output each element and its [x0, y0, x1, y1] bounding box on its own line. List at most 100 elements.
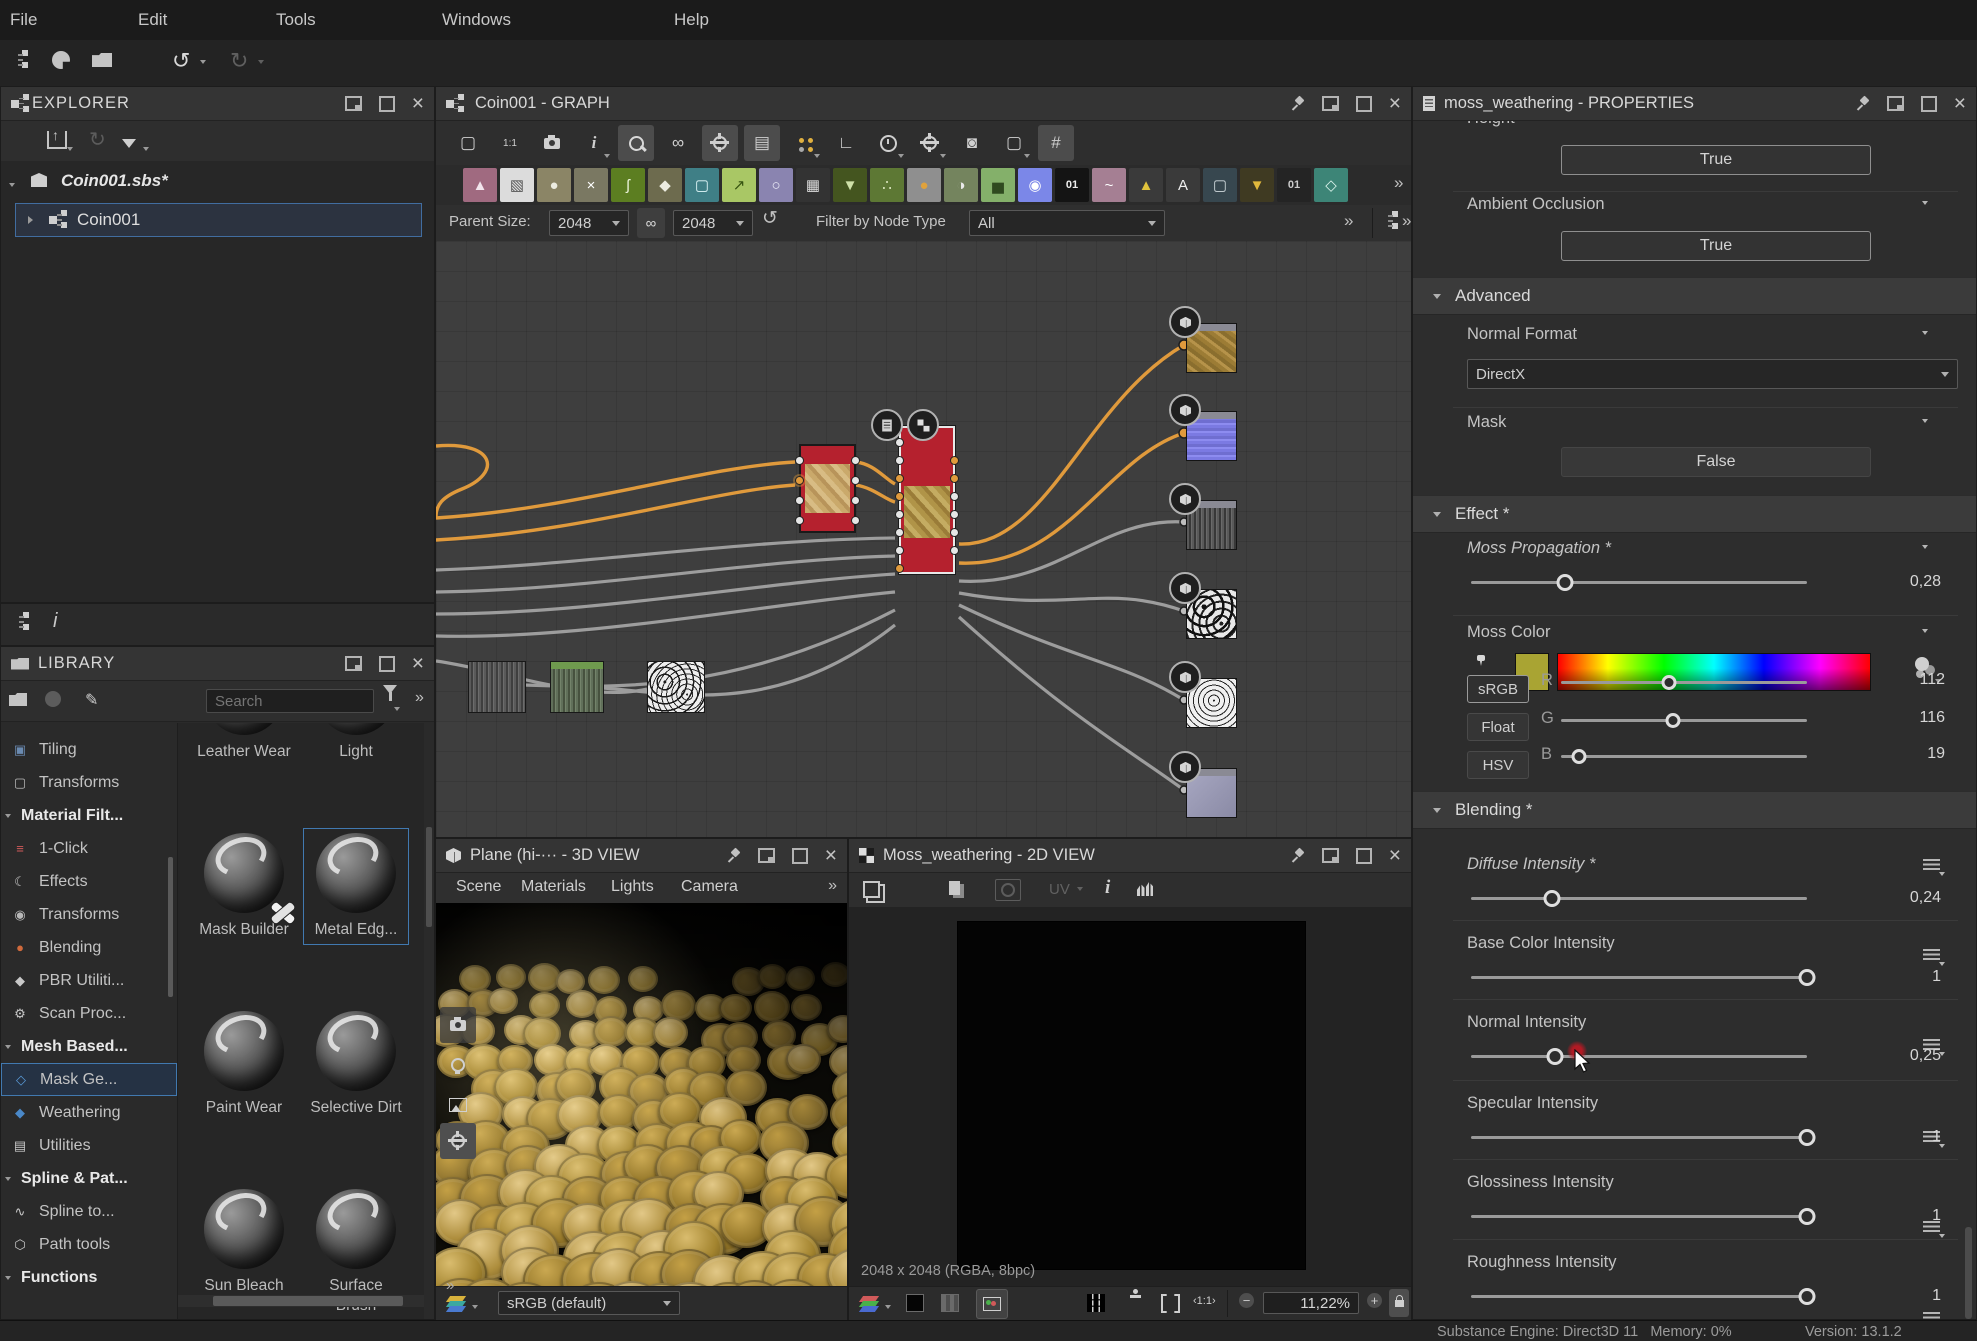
- copy-image-icon[interactable]: [949, 881, 960, 895]
- clean-options-icon[interactable]: [143, 147, 149, 151]
- menu-item-tools[interactable]: Tools: [276, 10, 316, 30]
- library-category-transforms-2[interactable]: ◉Transforms: [1, 898, 177, 931]
- camera-view-button[interactable]: [440, 1007, 476, 1043]
- library-category-material-filt-[interactable]: Material Filt...: [1, 799, 177, 832]
- search-button[interactable]: [618, 125, 654, 161]
- lock-button[interactable]: [1389, 1289, 1409, 1317]
- colorspace-dropdown[interactable]: sRGB (default): [498, 1291, 680, 1315]
- float-window-icon[interactable]: [345, 656, 362, 671]
- background-black-swatch[interactable]: [906, 1294, 924, 1312]
- base-color-intensity-options-icon[interactable]: [1923, 949, 1940, 960]
- roughness-intensity-options-icon[interactable]: [1923, 1312, 1940, 1320]
- redo-options-icon[interactable]: [258, 60, 264, 64]
- maximize-icon[interactable]: [1921, 96, 1937, 112]
- graph-node-thumb[interactable]: [468, 661, 526, 713]
- menu-item-windows[interactable]: Windows: [442, 10, 511, 30]
- blending-section-header[interactable]: Blending *: [1413, 791, 1976, 829]
- library-item-metal-edg-[interactable]: Metal Edg...: [308, 833, 404, 940]
- moss-propagation-value[interactable]: 0,28: [1861, 573, 1941, 591]
- zoom-out-icon[interactable]: −: [1239, 1293, 1254, 1308]
- ambient-occlusion-value-button[interactable]: True: [1561, 231, 1871, 261]
- histogram-icon[interactable]: [1137, 882, 1153, 896]
- palette-shape-icon[interactable]: ○: [759, 168, 793, 202]
- snapshot-button[interactable]: [534, 125, 570, 161]
- glossiness-intensity-slider[interactable]: [1471, 1215, 1807, 1218]
- bar-more-button[interactable]: »: [1402, 211, 1411, 231]
- menu-item-file[interactable]: File: [10, 10, 37, 30]
- menu-item-help[interactable]: Help: [674, 10, 709, 30]
- library-category-mesh-based-[interactable]: Mesh Based...: [1, 1030, 177, 1063]
- normal-intensity-slider[interactable]: [1471, 1055, 1807, 1058]
- 2d-canvas-area[interactable]: 2048 x 2048 (RGBA, 8bpc): [849, 907, 1411, 1286]
- properties-scrollbar[interactable]: [1965, 1227, 1972, 1319]
- moss-propagation-slider[interactable]: [1471, 581, 1807, 584]
- normal-intensity-value[interactable]: 0,25: [1861, 1047, 1941, 1065]
- palette-text-icon[interactable]: A: [1166, 168, 1200, 202]
- 3d-viewport[interactable]: [436, 903, 847, 1286]
- palette-value-01-icon[interactable]: 01: [1277, 168, 1311, 202]
- channel-r-value[interactable]: 112: [1865, 671, 1945, 689]
- close-icon[interactable]: ×: [825, 849, 837, 863]
- open-folder-icon[interactable]: [92, 53, 112, 67]
- mode-srgb-button[interactable]: sRGB: [1467, 675, 1529, 703]
- library-more-button[interactable]: »: [415, 689, 424, 707]
- diffuse-intensity-options-icon[interactable]: [1923, 859, 1940, 870]
- diffuse-intensity-slider[interactable]: [1471, 897, 1807, 900]
- close-icon[interactable]: ×: [412, 97, 424, 111]
- float-window-icon[interactable]: [1322, 848, 1339, 863]
- graph-expand-icon[interactable]: [28, 216, 33, 224]
- library-items-scrollbar[interactable]: [426, 827, 432, 927]
- slider-knob[interactable]: [1543, 890, 1560, 907]
- zoom-value-field[interactable]: 11,22%: [1263, 1292, 1359, 1314]
- link-creation-button[interactable]: ∞: [660, 125, 696, 161]
- slider-knob[interactable]: [1799, 1208, 1816, 1225]
- slider-knob[interactable]: [1799, 969, 1816, 986]
- link-database-icon[interactable]: [52, 51, 70, 69]
- library-item-leather-wear[interactable]: Leather Wear: [196, 723, 292, 762]
- float-window-icon[interactable]: [1887, 96, 1904, 111]
- pin-icon[interactable]: [1291, 97, 1305, 111]
- library-category-tiling[interactable]: ▣Tiling: [1, 733, 177, 766]
- information-icon[interactable]: i: [1105, 877, 1110, 899]
- pin-icon[interactable]: [727, 849, 741, 863]
- graph-tree-item[interactable]: Coin001: [15, 203, 422, 237]
- library-category-pbr-utilities[interactable]: ◆PBR Utiliti...: [1, 964, 177, 997]
- base-color-intensity-slider[interactable]: [1471, 976, 1807, 979]
- package-expand-icon[interactable]: [9, 183, 15, 187]
- filter-node-type-dropdown[interactable]: All: [969, 210, 1165, 236]
- maximize-icon[interactable]: [379, 656, 395, 672]
- glossiness-intensity-value[interactable]: 1: [1861, 1207, 1941, 1225]
- palette-more-button[interactable]: »: [1394, 173, 1403, 193]
- library-item-mask-builder[interactable]: Mask Builder: [196, 833, 292, 940]
- actual-size-button[interactable]: 1:1: [492, 125, 528, 161]
- channel-b-slider[interactable]: [1561, 755, 1807, 758]
- library-category-utilities[interactable]: ▤Utilities: [1, 1129, 177, 1162]
- 3d-menu-camera[interactable]: Camera: [681, 878, 738, 896]
- background-striped-swatch[interactable]: [941, 1294, 959, 1312]
- specular-intensity-slider[interactable]: [1471, 1136, 1807, 1139]
- graph-canvas[interactable]: [436, 241, 1411, 837]
- tools-wrench-button[interactable]: [912, 125, 948, 161]
- maximize-icon[interactable]: [1356, 848, 1372, 864]
- instance-parameters-button[interactable]: [786, 125, 822, 161]
- link-size-button[interactable]: ∞: [637, 208, 665, 238]
- palette-flood-fill-icon[interactable]: ▼: [833, 168, 867, 202]
- library-category-blending[interactable]: ●Blending: [1, 931, 177, 964]
- channel-b-value[interactable]: 19: [1865, 745, 1945, 763]
- fit-frame-icon[interactable]: [1161, 1294, 1180, 1313]
- 3d-menu-more[interactable]: »: [828, 877, 837, 895]
- duplicate-view-icon[interactable]: [863, 881, 880, 898]
- library-category-spline-pat-[interactable]: Spline & Pat...: [1, 1162, 177, 1195]
- palette-scatter-icon[interactable]: ∴: [870, 168, 904, 202]
- library-category-scan-processing[interactable]: ⚙Scan Proc...: [1, 997, 177, 1030]
- edit-pencil-icon[interactable]: ✎: [85, 690, 98, 710]
- 3d-menu-lights[interactable]: Lights: [611, 878, 654, 896]
- maximize-icon[interactable]: [1356, 96, 1372, 112]
- add-folder-icon[interactable]: [9, 693, 27, 706]
- settings-more-button[interactable]: »: [1344, 211, 1353, 231]
- library-category-weathering[interactable]: ◆Weathering: [1, 1096, 177, 1129]
- palette-mesh-3d-icon[interactable]: ◇: [1314, 168, 1348, 202]
- effect-section-header[interactable]: Effect *: [1413, 495, 1976, 533]
- reset-size-icon[interactable]: ↺: [762, 207, 778, 230]
- grid-icon[interactable]: [1087, 1294, 1105, 1312]
